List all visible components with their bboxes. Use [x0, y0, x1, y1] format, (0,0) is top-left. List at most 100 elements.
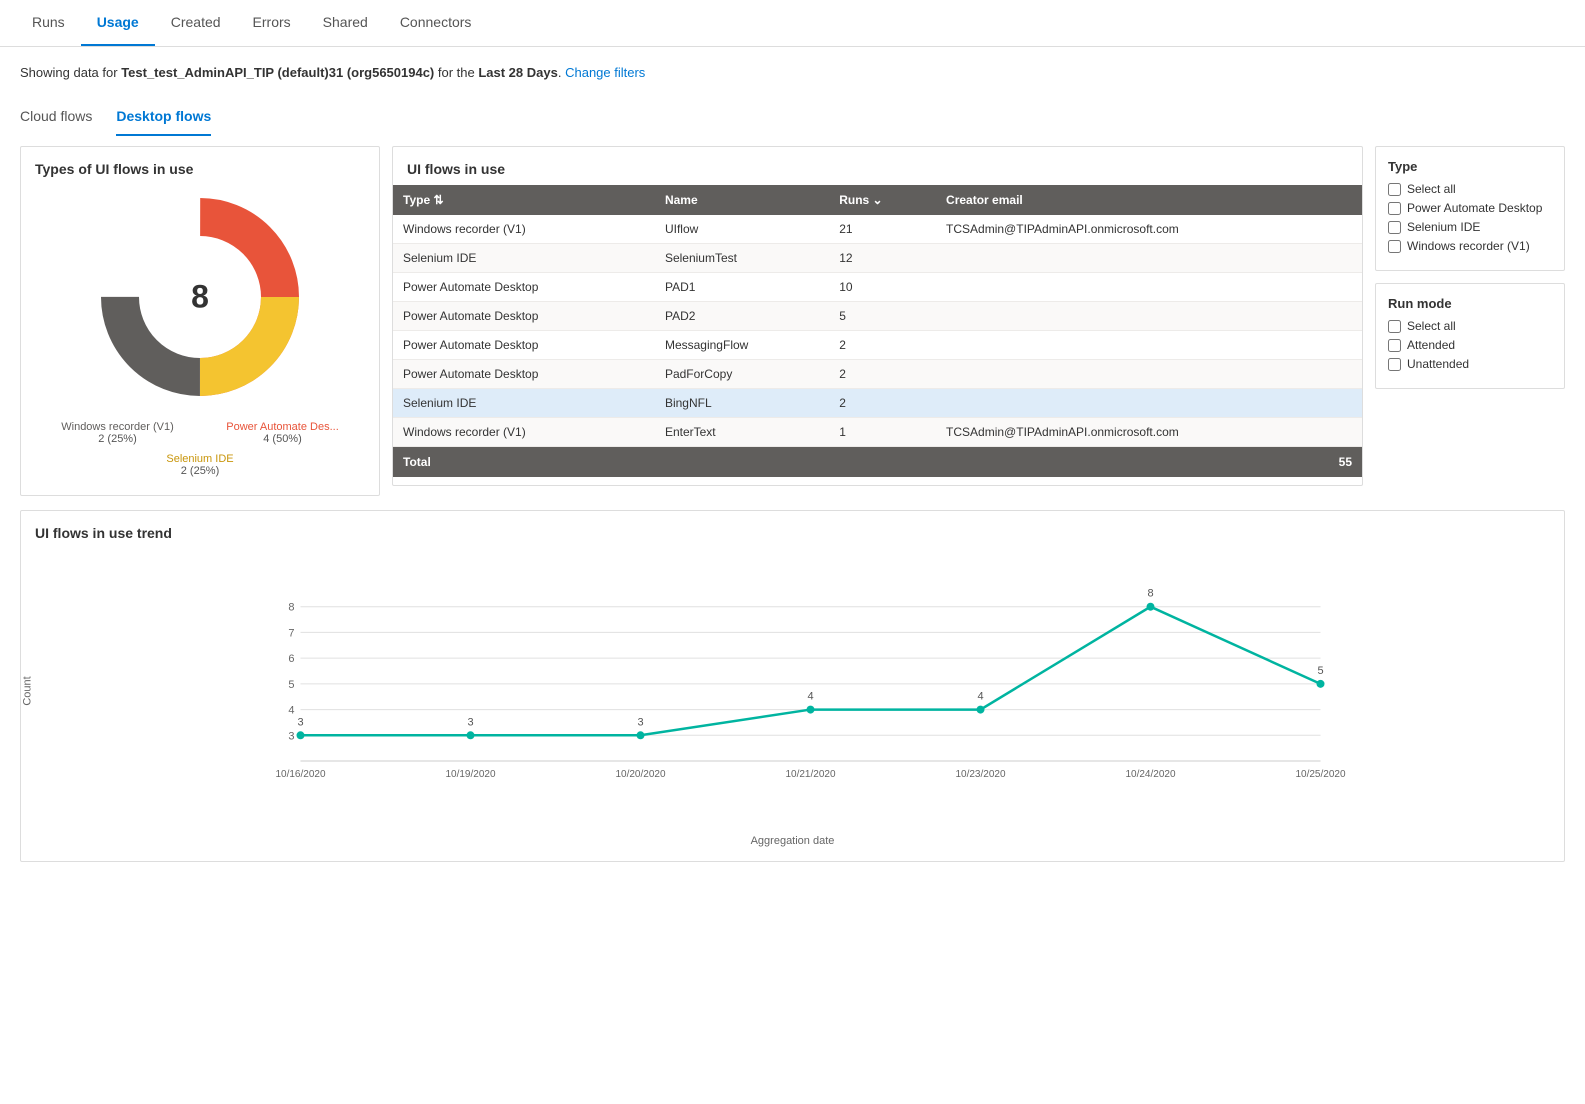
svg-text:5: 5: [288, 679, 294, 691]
header-bold: Test_test_AdminAPI_TIP (default)31 (org5…: [121, 65, 434, 80]
type-filter-options: Select all Power Automate Desktop Selenium…: [1388, 182, 1552, 253]
cell-email: [936, 244, 1362, 273]
trend-title: UI flows in use trend: [35, 525, 1550, 541]
svg-text:3: 3: [467, 716, 473, 728]
type-option-label: Selenium IDE: [1407, 220, 1480, 234]
cell-email: [936, 360, 1362, 389]
cell-runs: 12: [829, 244, 936, 273]
svg-text:10/19/2020: 10/19/2020: [445, 769, 495, 780]
svg-text:3: 3: [637, 716, 643, 728]
total-runs: 55: [1339, 455, 1352, 469]
cell-type: Windows recorder (V1): [393, 215, 655, 244]
legend-item-red: Power Automate Des... 4 (50%): [208, 421, 357, 445]
type-checkbox-select-all[interactable]: [1388, 183, 1401, 196]
svg-text:7: 7: [288, 627, 294, 639]
trend-chart-area: 345678310/16/2020310/19/2020310/20/20204…: [71, 551, 1550, 831]
header-prefix: Showing data for: [20, 65, 121, 80]
runmode-filter-option-select-all[interactable]: Select all: [1388, 319, 1552, 333]
nav-item-errors[interactable]: Errors: [237, 0, 307, 46]
flow-tab-desktop-flows[interactable]: Desktop flows: [116, 100, 211, 136]
donut-card: Types of UI flows in use 8 Windows recor…: [20, 146, 380, 496]
legend-label-yellow: Selenium IDE: [126, 453, 275, 465]
cell-email: [936, 273, 1362, 302]
cell-name: BingNFL: [655, 389, 829, 418]
runmode-checkbox-select-all[interactable]: [1388, 320, 1401, 333]
cell-type: Windows recorder (V1): [393, 418, 655, 447]
donut-chart: 8: [90, 187, 310, 407]
cell-runs: 21: [829, 215, 936, 244]
cell-email: [936, 302, 1362, 331]
table-body: Windows recorder (V1) UIflow 21 TCSAdmin…: [393, 215, 1362, 447]
nav-item-runs[interactable]: Runs: [16, 0, 81, 46]
svg-text:10/24/2020: 10/24/2020: [1125, 769, 1175, 780]
type-checkbox-selenium-ide[interactable]: [1388, 221, 1401, 234]
table-row: Windows recorder (V1) EnterText 1 TCSAdm…: [393, 418, 1362, 447]
trend-svg: 345678310/16/2020310/19/2020310/20/20204…: [71, 551, 1550, 831]
svg-text:5: 5: [1317, 665, 1323, 677]
type-filter-title: Type: [1388, 159, 1552, 174]
header-suffix: .: [558, 65, 562, 80]
cell-runs: 1: [829, 418, 936, 447]
cell-type: Power Automate Desktop: [393, 331, 655, 360]
runmode-filter-title: Run mode: [1388, 296, 1552, 311]
cell-name: SeleniumTest: [655, 244, 829, 273]
top-row: Types of UI flows in use 8 Windows recor…: [20, 146, 1565, 496]
nav-item-shared[interactable]: Shared: [307, 0, 384, 46]
type-filter-option-windows-recorder-(v1)[interactable]: Windows recorder (V1): [1388, 239, 1552, 253]
svg-text:8: 8: [1147, 588, 1153, 600]
table-row: Power Automate Desktop PadForCopy 2: [393, 360, 1362, 389]
type-checkbox-windows-recorder-(v1)[interactable]: [1388, 240, 1401, 253]
table-row: Power Automate Desktop PAD2 5: [393, 302, 1362, 331]
table-title: UI flows in use: [393, 147, 1362, 185]
type-checkbox-power-automate-desktop[interactable]: [1388, 202, 1401, 215]
cell-runs: 10: [829, 273, 936, 302]
cell-email: [936, 389, 1362, 418]
col-runs[interactable]: Runs ⌄: [829, 185, 936, 215]
table-row: Selenium IDE SeleniumTest 12: [393, 244, 1362, 273]
svg-text:3: 3: [297, 716, 303, 728]
type-filter-option-selenium-ide[interactable]: Selenium IDE: [1388, 220, 1552, 234]
legend-item-yellow: Selenium IDE 2 (25%): [126, 453, 275, 477]
y-axis-label: Count: [22, 676, 34, 705]
table-card: UI flows in use Type ⇅ Name Runs ⌄ Creat…: [392, 146, 1363, 486]
header-bar: Showing data for Test_test_AdminAPI_TIP …: [0, 47, 1585, 90]
flow-tabs: Cloud flows Desktop flows: [0, 90, 1585, 136]
runmode-filter-option-attended[interactable]: Attended: [1388, 338, 1552, 352]
svg-text:6: 6: [288, 653, 294, 665]
col-type[interactable]: Type ⇅: [393, 185, 655, 215]
cell-runs: 2: [829, 331, 936, 360]
nav-item-usage[interactable]: Usage: [81, 0, 155, 46]
table-row: Power Automate Desktop MessagingFlow 2: [393, 331, 1362, 360]
runmode-filter-panel: Run mode Select all Attended Unattended: [1375, 283, 1565, 389]
svg-text:4: 4: [288, 705, 294, 717]
nav-item-created[interactable]: Created: [155, 0, 237, 46]
runmode-option-label: Unattended: [1407, 357, 1469, 371]
runmode-filter-options: Select all Attended Unattended: [1388, 319, 1552, 371]
legend-sub-red: 4 (50%): [208, 433, 357, 445]
svg-text:10/23/2020: 10/23/2020: [955, 769, 1005, 780]
change-filters-link[interactable]: Change filters: [565, 65, 645, 80]
nav-item-connectors[interactable]: Connectors: [384, 0, 488, 46]
runmode-checkbox-attended[interactable]: [1388, 339, 1401, 352]
table-footer: Total 55: [393, 447, 1362, 477]
cell-runs: 2: [829, 360, 936, 389]
legend-item-gray: Windows recorder (V1) 2 (25%): [43, 421, 192, 445]
svg-text:3: 3: [288, 730, 294, 742]
nav-bar: RunsUsageCreatedErrorsSharedConnectors: [0, 0, 1585, 47]
cell-name: UIflow: [655, 215, 829, 244]
filter-panels: Type Select allPower Automate DesktopSel…: [1375, 146, 1565, 389]
cell-name: EnterText: [655, 418, 829, 447]
cell-type: Power Automate Desktop: [393, 302, 655, 331]
flows-table: Type ⇅ Name Runs ⌄ Creator email Windows…: [393, 185, 1362, 447]
cell-email: TCSAdmin@TIPAdminAPI.onmicrosoft.com: [936, 215, 1362, 244]
runmode-checkbox-unattended[interactable]: [1388, 358, 1401, 371]
cell-name: PadForCopy: [655, 360, 829, 389]
runmode-filter-option-unattended[interactable]: Unattended: [1388, 357, 1552, 371]
header-middle: for the: [434, 65, 478, 80]
donut-title: Types of UI flows in use: [35, 161, 365, 177]
type-filter-option-power-automate-desktop[interactable]: Power Automate Desktop: [1388, 201, 1552, 215]
type-filter-option-select-all[interactable]: Select all: [1388, 182, 1552, 196]
flow-tab-cloud-flows[interactable]: Cloud flows: [20, 100, 92, 136]
svg-text:10/21/2020: 10/21/2020: [785, 769, 835, 780]
cell-name: MessagingFlow: [655, 331, 829, 360]
